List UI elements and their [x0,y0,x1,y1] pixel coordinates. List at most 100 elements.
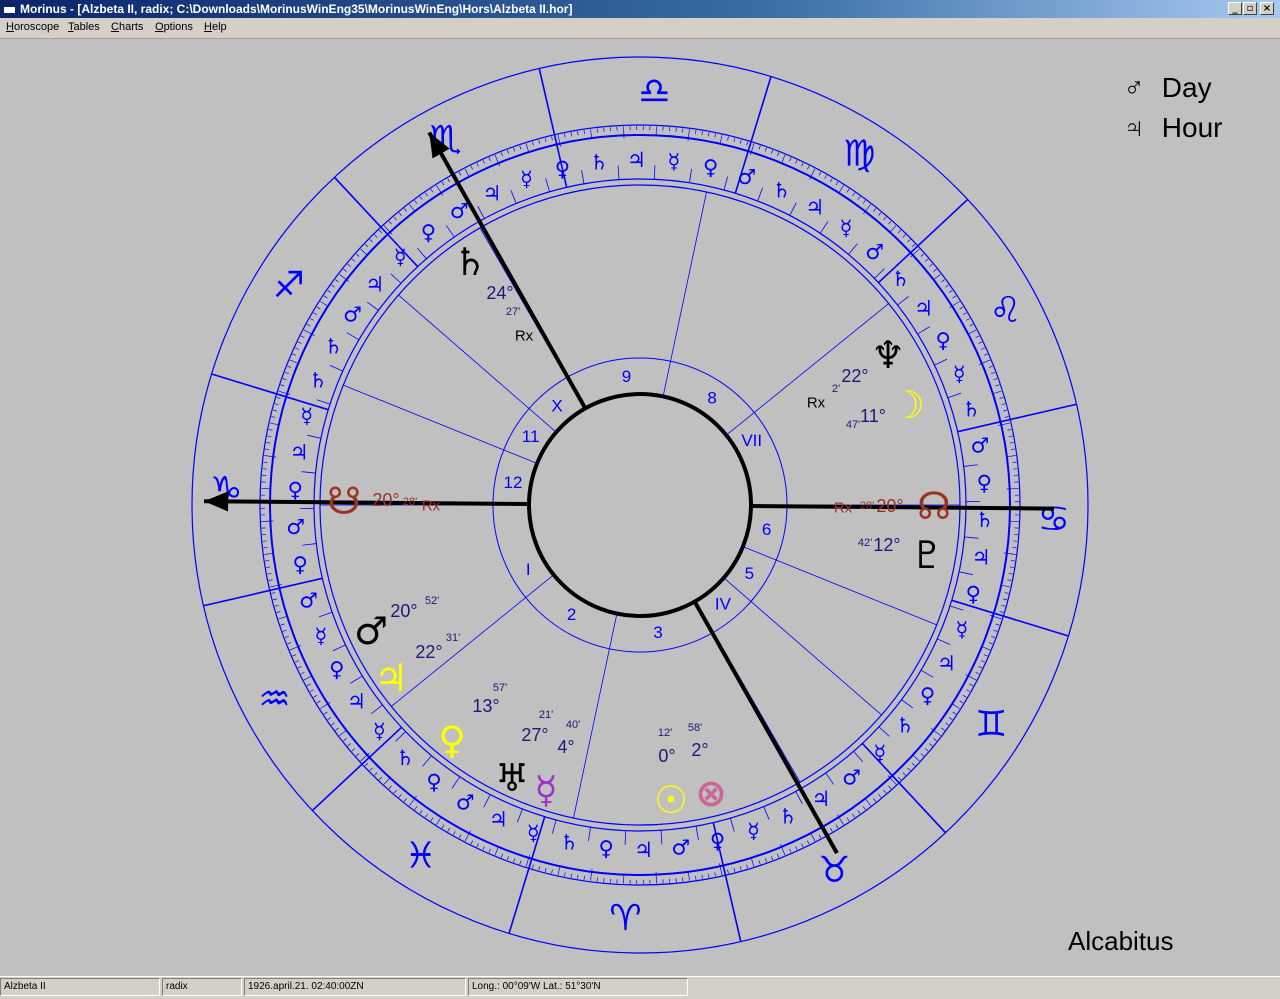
term-divider [902,700,913,708]
degree-tick [708,874,709,878]
degree-tick [898,230,901,233]
degree-tick [348,264,351,267]
degree-tick [993,378,997,379]
day-ruler: ♂ Day [1114,72,1212,104]
degree-tick [273,599,277,600]
degree-tick [970,324,974,326]
degree-tick [941,728,944,730]
menu-tables[interactable]: Tables [68,21,100,33]
degree-tick [275,605,279,606]
menu-options[interactable]: Options [155,21,193,33]
degree-tick [266,442,270,443]
north-node-degree: 20° [876,496,903,516]
degree-tick [532,142,533,146]
degree-tick [310,318,313,320]
degree-tick [777,854,778,858]
degree-tick [283,378,287,379]
horoscope-chart[interactable]: ♑♐♏♎♍♌♋♊♉♈♓♒ ♀♂♀♃☿♄♄♂♃☿♀♂♃☿♀♄♃☿♀♂♄♃☿♂♄♃♀… [0,39,1280,975]
degree-tick [1002,585,1010,587]
term-ruler-icon: ♄ [324,335,343,359]
term-ruler-icon: ♀ [426,770,441,794]
degree-tick [415,806,417,809]
degree-tick [728,870,729,874]
degree-tick [552,870,553,874]
degree-tick [453,831,455,834]
degree-tick [404,208,406,211]
day-label: Day [1162,72,1212,103]
term-divider [661,830,662,844]
degree-tick [584,876,585,880]
fortune-icon: ⊗ [695,771,727,815]
degree-tick [623,126,624,138]
jupiter-icon: ♃ [374,656,408,700]
menu-help[interactable]: Help [204,21,227,33]
term-ruler-icon: ♃ [634,838,653,862]
term-ruler-icon: ♀ [703,155,718,179]
degree-tick [365,244,368,247]
term-ruler-icon: ♀ [599,836,614,860]
degree-tick [577,875,578,879]
degree-tick [313,313,316,315]
degree-tick [863,806,865,809]
degree-tick [740,866,741,870]
menu-charts[interactable]: Charts [111,21,143,33]
house-number: 8 [707,389,716,408]
house-number: 11 [522,427,540,446]
degree-tick [747,142,748,146]
degree-tick [279,617,287,619]
degree-tick [903,772,906,775]
term-ruler-icon: ♃ [914,296,933,320]
degree-tick [983,647,990,650]
degree-tick [978,342,982,344]
term-ruler-icon: ♀ [555,157,570,181]
degree-tick [267,436,271,437]
degree-tick [978,666,982,668]
degree-tick [933,269,936,271]
mars-minute: 52' [425,595,439,607]
term-divider [758,188,763,201]
degree-tick [966,690,969,692]
app-icon[interactable] [3,3,16,14]
menu-horoscope[interactable]: Horoscope [6,21,59,33]
close-button[interactable]: × [1260,2,1274,15]
moon-degree: 11° [860,406,886,426]
term-divider [790,203,796,215]
north-node-icon: ☊ [917,484,951,528]
term-ruler-icon: ♃ [805,196,824,220]
degree-tick [431,818,433,821]
term-divider [546,178,550,191]
restore-button[interactable]: ▫ [1243,2,1257,15]
title-bar: Morinus - [Alzbeta II, radix; C:\Downloa… [0,0,1280,18]
degree-tick [507,856,508,860]
degree-tick [759,146,760,150]
degree-tick [752,859,754,867]
degree-tick [981,348,985,350]
degree-tick [949,717,952,719]
degree-tick [960,307,963,309]
degree-tick [539,866,540,870]
degree-tick [520,146,521,150]
degree-tick [912,244,915,247]
degree-tick [365,763,368,766]
degree-tick [489,157,491,161]
degree-tick [1003,599,1007,600]
degree-tick [907,239,910,242]
term-ruler-icon: ♃ [483,181,502,205]
minimize-button[interactable]: _ [1228,2,1242,15]
degree-tick [320,301,327,305]
degree-tick [819,172,821,176]
degree-tick [970,684,974,686]
degree-tick [431,189,433,192]
degree-tick [921,254,924,257]
term-divider [950,606,963,610]
status-name: Alzbeta II [0,978,160,996]
north-node-minute: 28' [860,500,874,512]
uranus-degree: 27° [521,725,548,745]
term-divider [730,818,734,831]
degree-tick [984,655,988,657]
degree-tick [571,874,572,878]
degree-tick [270,423,278,425]
degree-tick [285,372,289,373]
status-bar: Alzbeta II radix 1926.april.21. 02:40:00… [0,976,1280,999]
degree-tick [277,397,281,398]
